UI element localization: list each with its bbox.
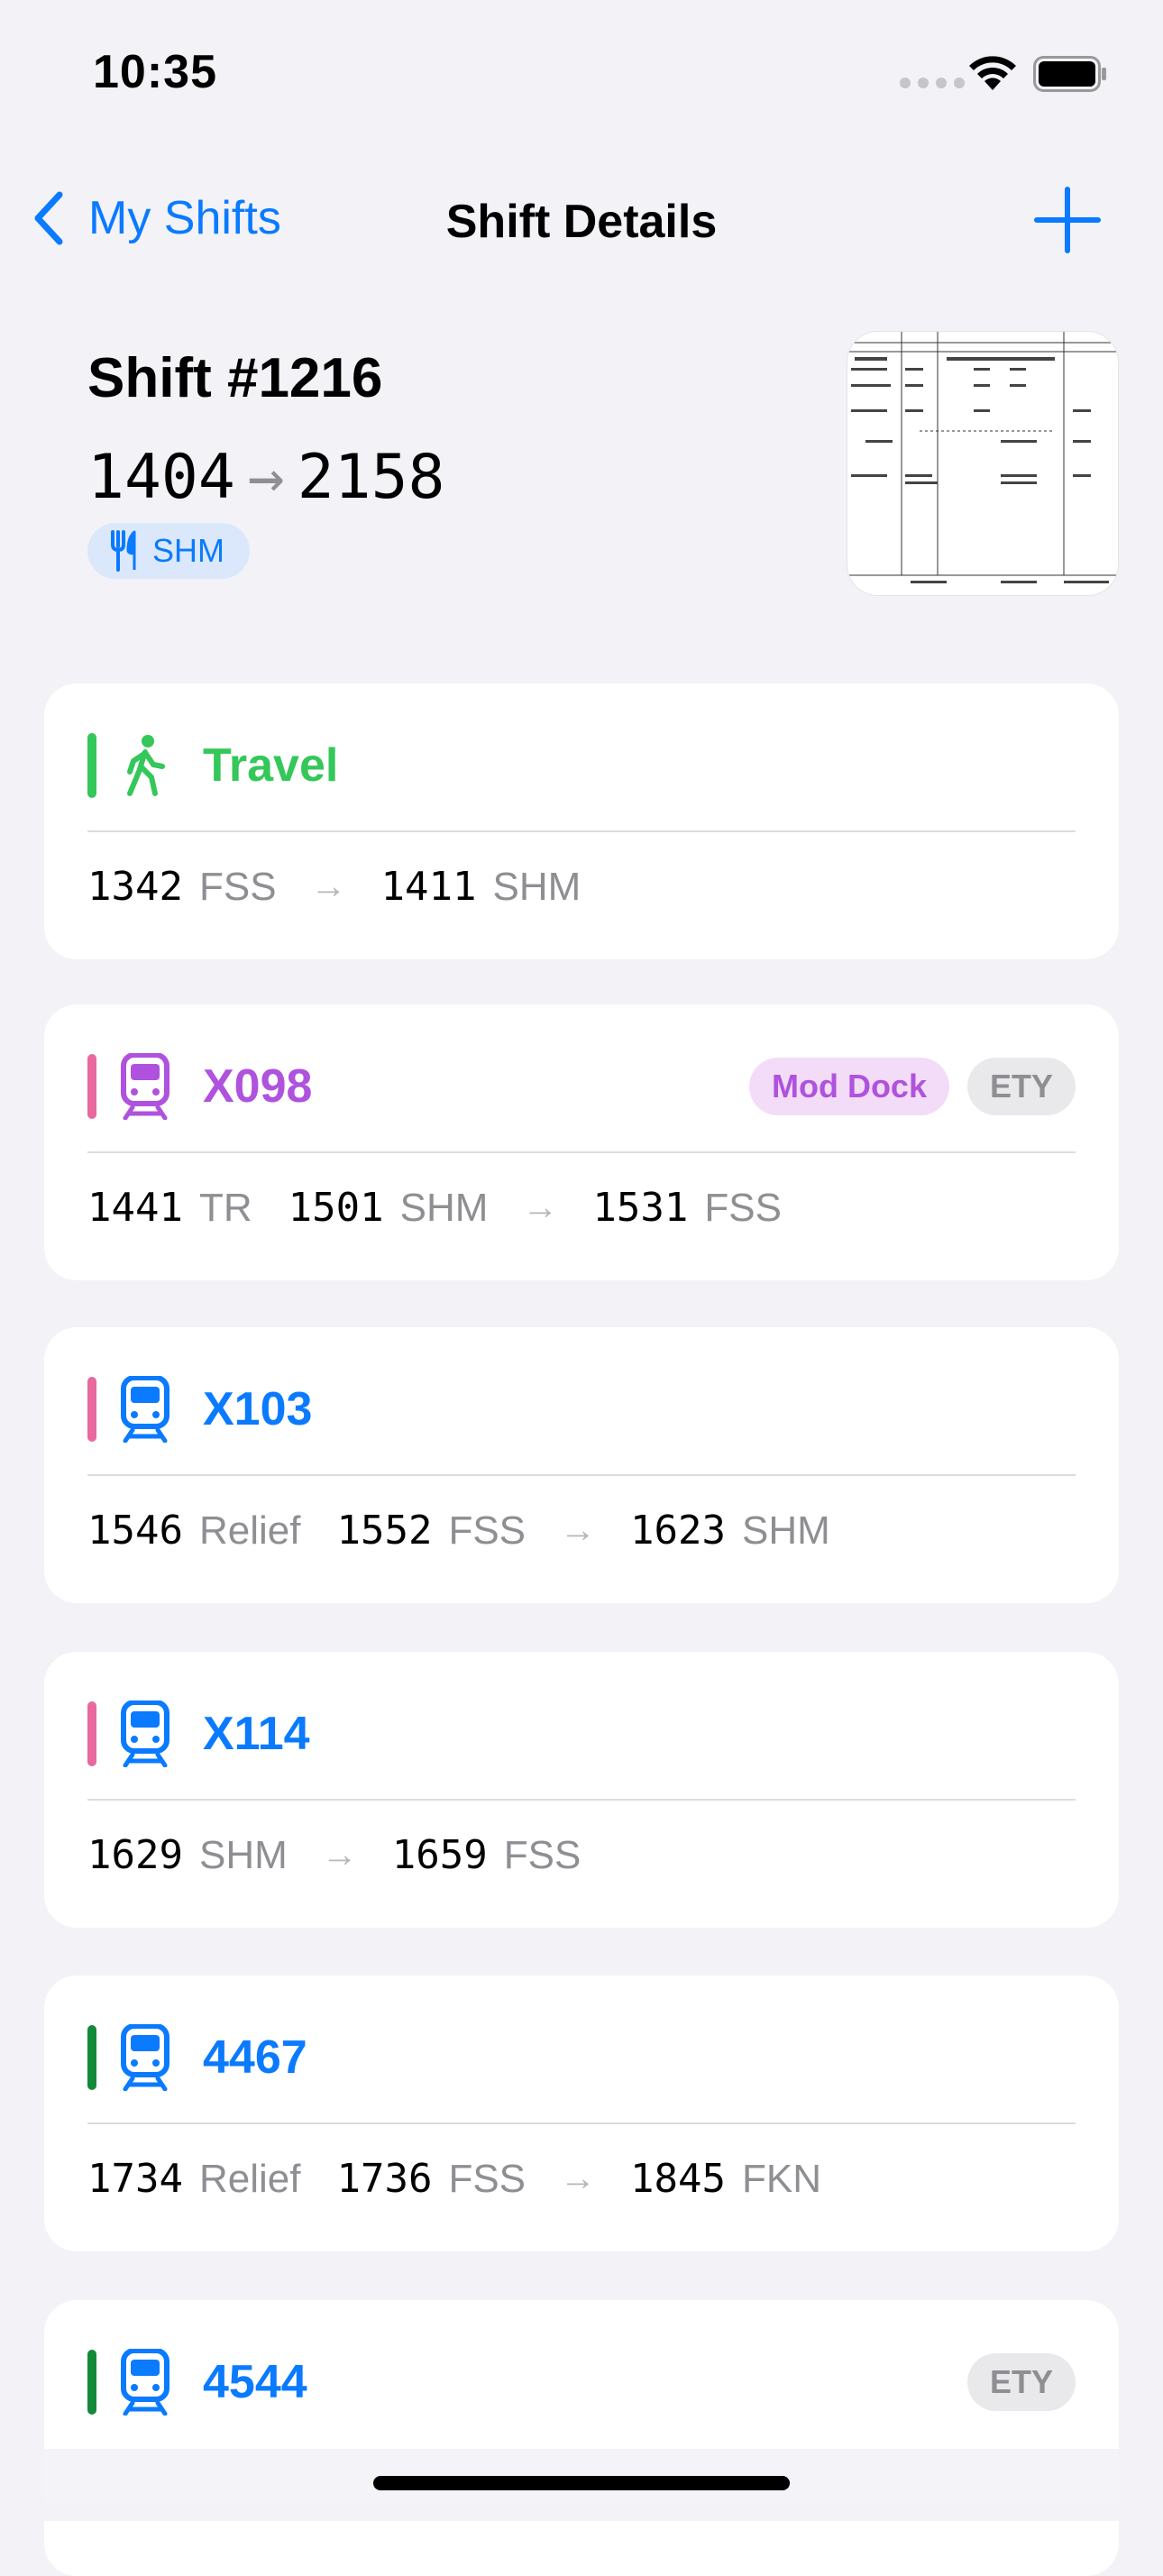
add-icon[interactable] <box>1033 186 1102 254</box>
status-time: 10:35 <box>93 46 217 98</box>
train-icon <box>116 1053 174 1120</box>
divider <box>87 2122 1076 2124</box>
train-icon <box>116 2024 174 2091</box>
segment-color-bar <box>87 2025 96 2090</box>
segment-color-bar <box>87 1377 96 1442</box>
arrow-right-icon: → <box>560 1510 597 1550</box>
departure-time: 1342 <box>87 864 183 910</box>
meal-location: SHM <box>152 532 224 569</box>
segment-title: X114 <box>203 1708 310 1760</box>
departure-location: FSS <box>448 2156 527 2201</box>
segment-card-4544[interactable]: 4544 ETY <box>44 2300 1119 2576</box>
segment-card-x103[interactable]: X103 1546 Relief 1552 FSS → 1623 SHM <box>44 1327 1119 1603</box>
report-location: Relief <box>198 2156 301 2201</box>
divider <box>87 1151 1076 1153</box>
segment-color-bar <box>87 1701 96 1766</box>
report-time: 1546 <box>87 1508 183 1554</box>
train-icon <box>116 1376 174 1443</box>
arrival-location: SHM <box>741 1508 830 1553</box>
segment-title: 4467 <box>203 2031 307 2084</box>
departure-time: 1501 <box>288 1185 384 1231</box>
shift-title: Shift #1216 <box>87 347 383 409</box>
arrival-time: 1659 <box>391 1832 488 1878</box>
tag-badge: ETY <box>966 2353 1076 2411</box>
segment-title: 4544 <box>203 2356 307 2408</box>
departure-location: FSS <box>448 1508 527 1553</box>
arrow-right-icon: → <box>560 2159 597 2198</box>
arrival-location: FSS <box>704 1185 782 1230</box>
arrival-time: 1411 <box>380 864 477 910</box>
arrival-location: FSS <box>503 1832 582 1877</box>
battery-icon <box>1033 56 1106 92</box>
segment-color-bar <box>87 1054 96 1119</box>
segment-color-bar <box>87 2350 96 2415</box>
train-icon <box>116 2349 174 2416</box>
segment-card-travel[interactable]: Travel 1342 FSS → 1411 SHM <box>44 683 1119 959</box>
walking-person-icon <box>116 733 174 798</box>
report-location: TR <box>198 1185 252 1230</box>
fork-knife-icon <box>111 530 136 572</box>
arrival-location: SHM <box>492 864 582 909</box>
report-time: 1734 <box>87 2156 183 2202</box>
segment-title: X098 <box>203 1060 313 1113</box>
arrival-time: 1623 <box>630 1508 726 1554</box>
segment-title: Travel <box>203 739 339 792</box>
segment-card-x114[interactable]: X114 1629 SHM → 1659 FSS <box>44 1652 1119 1928</box>
report-time: 1441 <box>87 1185 183 1231</box>
home-indicator[interactable] <box>373 2476 790 2490</box>
cellular-signal-icon <box>900 78 965 88</box>
arrow-right-icon: → <box>321 1835 358 1875</box>
arrow-right-icon: → <box>247 442 285 513</box>
shift-time-range: 1404 → 2158 <box>87 442 444 513</box>
meal-break-badge: SHM <box>87 523 250 579</box>
segment-card-4467[interactable]: 4467 1734 Relief 1736 FSS → 1845 FKN <box>44 1976 1119 2251</box>
status-bar: 10:35 <box>0 0 1163 144</box>
departure-location: SHM <box>198 1832 288 1877</box>
divider <box>87 1799 1076 1801</box>
arrow-right-icon: → <box>310 866 347 906</box>
segment-color-bar <box>87 733 96 798</box>
document-preview-image <box>847 332 1118 595</box>
tag-badge: Mod Dock <box>748 1058 949 1115</box>
arrival-time: 1845 <box>630 2156 726 2202</box>
tag-badge: ETY <box>966 1058 1076 1115</box>
train-icon <box>116 1701 174 1767</box>
arrow-right-icon: → <box>522 1187 559 1227</box>
departure-time: 1736 <box>336 2156 433 2202</box>
report-location: Relief <box>198 1508 301 1553</box>
navigation-bar: My Shifts Shift Details <box>0 180 1163 261</box>
wifi-icon <box>969 56 1016 90</box>
departure-time: 1552 <box>336 1508 433 1554</box>
arrival-time: 1531 <box>592 1185 689 1231</box>
segment-card-x098[interactable]: X098 Mod Dock ETY 1441 TR 1501 SHM → 153… <box>44 1004 1119 1280</box>
divider <box>87 830 1076 832</box>
arrival-location: FKN <box>741 2156 821 2201</box>
divider <box>87 1474 1076 1476</box>
shift-document-thumbnail[interactable] <box>847 332 1118 595</box>
shift-end-time: 2158 <box>297 442 445 513</box>
departure-location: SHM <box>399 1185 489 1230</box>
page-title: Shift Details <box>445 196 718 248</box>
departure-time: 1629 <box>87 1832 183 1878</box>
segment-title: X103 <box>203 1383 313 1435</box>
shift-start-time: 1404 <box>87 442 235 513</box>
departure-location: FSS <box>198 864 277 909</box>
